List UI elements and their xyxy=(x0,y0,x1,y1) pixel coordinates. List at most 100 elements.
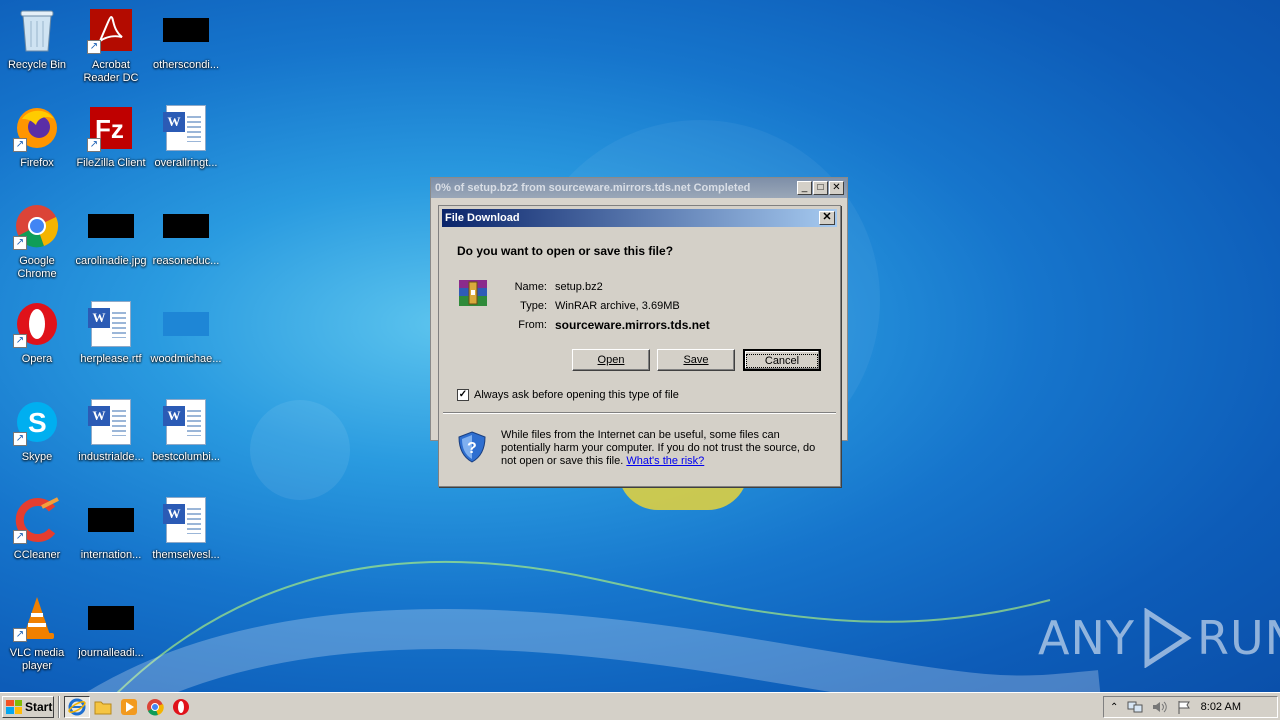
desktop-icon-internation[interactable]: internation... xyxy=(74,496,148,582)
desktop-icon-label: themselvesl... xyxy=(152,549,220,561)
open-button-label: Open xyxy=(597,354,625,366)
recycle-bin-icon xyxy=(13,6,61,54)
window-title-buttons: _ □ ✕ xyxy=(797,181,844,195)
desktop-icon-overallringt[interactable]: W overallringt... xyxy=(149,104,223,190)
redacted-file-icon xyxy=(88,214,134,238)
desktop-icon-filezilla[interactable]: Fz ↗ FileZilla Client xyxy=(74,104,148,190)
chrome-icon: ↗ xyxy=(13,202,61,250)
word-doc-icon: W xyxy=(87,398,135,446)
shortcut-arrow-icon: ↗ xyxy=(13,628,27,642)
word-doc-icon: W xyxy=(162,398,210,446)
desktop-icon-label: internation... xyxy=(80,549,142,561)
desktop-icon-herplease[interactable]: W herplease.rtf xyxy=(74,300,148,386)
start-button[interactable]: Start xyxy=(2,695,54,718)
taskbar-ie-button[interactable] xyxy=(64,695,90,718)
dialog-title: File Download xyxy=(445,212,520,224)
desktop-icon-chrome[interactable]: ↗ Google Chrome xyxy=(0,202,74,288)
internet-explorer-icon xyxy=(68,698,86,715)
security-shield-icon: ? xyxy=(457,431,487,463)
taskbar: Start ⌃ 8:02 AM xyxy=(0,692,1280,720)
anyrun-watermark: ANY RUN xyxy=(1038,608,1280,668)
desktop-icon-carolinadie[interactable]: carolinadie.jpg xyxy=(74,202,148,288)
desktop-icon-woodmichae[interactable]: woodmichae... xyxy=(149,300,223,386)
winrar-archive-icon xyxy=(457,278,489,308)
minimize-button[interactable]: _ xyxy=(797,181,812,195)
shortcut-arrow-icon: ↗ xyxy=(13,530,27,544)
file-download-dialog[interactable]: File Download ✕ Do you want to open or s… xyxy=(438,205,841,487)
desktop-icon-label: carolinadie.jpg xyxy=(75,255,147,267)
desktop-icon-label: otherscondi... xyxy=(152,59,220,71)
desktop-icon-label: Skype xyxy=(21,451,53,463)
download-window-title: 0% of setup.bz2 from sourceware.mirrors.… xyxy=(431,178,847,198)
always-ask-label: Always ask before opening this type of f… xyxy=(474,389,679,401)
desktop-icon-recycle-bin[interactable]: Recycle Bin xyxy=(0,6,74,92)
desktop-icon-label: herplease.rtf xyxy=(80,353,142,365)
blank-file-icon xyxy=(163,312,209,336)
desktop-icon-label: CCleaner xyxy=(13,549,61,561)
cancel-button-label: Cancel xyxy=(745,354,819,368)
desktop-icon-label: Opera xyxy=(21,353,53,365)
close-button[interactable]: ✕ xyxy=(829,181,844,195)
save-button[interactable]: Save xyxy=(657,349,735,371)
whats-the-risk-link[interactable]: What's the risk? xyxy=(626,455,704,467)
desktop-icon-label: Firefox xyxy=(20,157,54,169)
taskbar-chrome-button[interactable] xyxy=(142,696,168,718)
word-doc-icon: W xyxy=(162,104,210,152)
desktop-icon-ccleaner[interactable]: ↗ CCleaner xyxy=(0,496,74,582)
file-type-row: Type: WinRAR archive, 3.69MB xyxy=(499,297,710,316)
taskbar-separator xyxy=(58,695,60,718)
acrobat-icon: ↗ xyxy=(87,6,135,54)
shortcut-arrow-icon: ↗ xyxy=(13,334,27,348)
tray-expand-icon[interactable]: ⌃ xyxy=(1110,702,1118,713)
volume-icon[interactable] xyxy=(1152,700,1168,714)
desktop-icon-reasoneduc[interactable]: reasoneduc... xyxy=(149,202,223,288)
file-name-label: Name: xyxy=(514,281,547,293)
open-button[interactable]: Open xyxy=(572,349,650,371)
file-type-label: Type: xyxy=(520,300,547,312)
checkbox-checkmark-icon[interactable]: ✓ xyxy=(457,389,469,401)
save-button-label: Save xyxy=(683,354,709,366)
desktop-icon-bestcolumbi[interactable]: W bestcolumbi... xyxy=(149,398,223,484)
dialog-title-bar[interactable]: File Download ✕ xyxy=(442,209,837,227)
system-tray: ⌃ 8:02 AM xyxy=(1103,696,1278,718)
file-name-row: Name: setup.bz2 xyxy=(499,278,710,297)
redacted-file-icon xyxy=(163,214,209,238)
skype-icon: S ↗ xyxy=(13,398,61,446)
desktop-icon-firefox[interactable]: ↗ Firefox xyxy=(0,104,74,190)
cancel-button[interactable]: Cancel xyxy=(743,349,821,371)
always-ask-checkbox[interactable]: ✓ Always ask before opening this type of… xyxy=(457,389,679,401)
windows-logo-icon xyxy=(6,699,22,714)
security-warning: While files from the Internet can be use… xyxy=(501,429,823,468)
maximize-button[interactable]: □ xyxy=(813,181,828,195)
shortcut-arrow-icon: ↗ xyxy=(87,138,101,152)
desktop-icon-journalleadi[interactable]: journalleadi... xyxy=(74,594,148,680)
taskbar-explorer-button[interactable] xyxy=(90,696,116,718)
filezilla-icon: Fz ↗ xyxy=(87,104,135,152)
clock[interactable]: 8:02 AM xyxy=(1201,701,1277,713)
dialog-question: Do you want to open or save this file? xyxy=(457,244,674,258)
desktop-icon-otherscondi[interactable]: otherscondi... xyxy=(149,6,223,92)
network-icon[interactable] xyxy=(1127,700,1143,714)
vlc-icon: ↗ xyxy=(13,594,61,642)
desktop-icon-label: overallringt... xyxy=(154,157,218,169)
word-doc-icon: W xyxy=(162,496,210,544)
desktop-icon-skype[interactable]: S ↗ Skype xyxy=(0,398,74,484)
watermark-any: ANY xyxy=(1038,611,1135,665)
dialog-close-button[interactable]: ✕ xyxy=(819,211,835,225)
desktop-icon-label: reasoneduc... xyxy=(152,255,220,267)
action-center-flag-icon[interactable] xyxy=(1177,700,1191,714)
desktop-icon-acrobat[interactable]: ↗ Acrobat Reader DC xyxy=(74,6,148,92)
media-player-icon xyxy=(121,698,137,715)
desktop-icon-themselvesl[interactable]: W themselvesl... xyxy=(149,496,223,582)
svg-text:S: S xyxy=(28,407,47,438)
file-from-row: From: sourceware.mirrors.tds.net xyxy=(499,316,709,335)
taskbar-media-player-button[interactable] xyxy=(116,696,142,718)
desktop-icon-vlc[interactable]: ↗ VLC media player xyxy=(0,594,74,680)
desktop-icon-label: Acrobat Reader DC xyxy=(83,59,139,84)
desktop-icon-industrialde[interactable]: W industrialde... xyxy=(74,398,148,484)
dialog-divider xyxy=(443,412,836,414)
desktop-icon-opera[interactable]: ↗ Opera xyxy=(0,300,74,386)
desktop-icon-label: FileZilla Client xyxy=(76,157,146,169)
taskbar-opera-button[interactable] xyxy=(168,696,194,718)
shortcut-arrow-icon: ↗ xyxy=(87,40,101,54)
